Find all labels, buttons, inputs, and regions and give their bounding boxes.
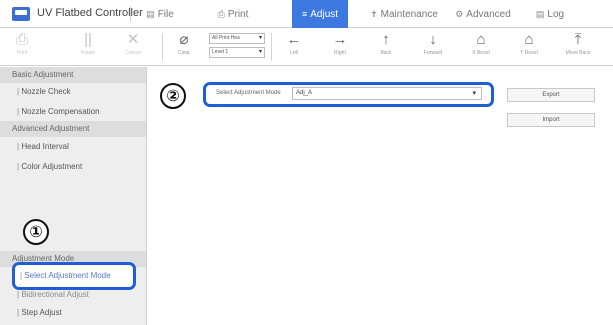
menu-tab-label: Maintenance [380, 9, 438, 20]
gear-icon: ⚙ [455, 9, 464, 19]
y-reset-button[interactable]: ⌂ Y Reset [507, 29, 551, 64]
menu-tab-label: Log [547, 9, 565, 20]
move-back-arrow-button[interactable]: ↑ Back [364, 29, 408, 64]
sidebar-item-nozzle-check[interactable]: Nozzle Check [17, 87, 70, 96]
menu-tab-print[interactable]: ⎙ Print [210, 0, 256, 28]
caret-down-icon: ▾ [258, 49, 262, 55]
sidebar-item-label: Select Adjustment Mode [20, 271, 110, 280]
back-label: Back [380, 50, 392, 56]
y-reset-label: Y Reset [520, 50, 538, 56]
clear-button[interactable]: ⌀ Clear [162, 29, 206, 64]
arrow-left-icon: ← [286, 31, 302, 48]
x-reset-label: X Reset [472, 50, 490, 56]
pause-button[interactable]: || Pause [66, 29, 110, 64]
menu-tab-label: Print [227, 9, 249, 20]
level-select[interactable]: Level 1 ▾ [209, 47, 265, 58]
caret-down-icon: ▾ [258, 35, 262, 41]
move-forward-button[interactable]: ↓ Forward [411, 29, 455, 64]
arrow-right-icon: → [332, 31, 348, 48]
log-icon: ▤ [535, 9, 545, 19]
menu-tab-maintenance[interactable]: ✝ Maintenance [368, 0, 440, 28]
move-top-icon: ⤒ [574, 31, 582, 48]
left-label: Left [289, 50, 299, 56]
sidebar-header-advanced: Advanced Adjustment [0, 121, 146, 137]
menu-bar: UV Flatbed Controller ▤ File ⎙ Print ≡ Adju… [0, 0, 613, 28]
menu-tab-file[interactable]: ▤ File [140, 0, 180, 28]
menu-tab-label: File [157, 9, 174, 20]
pause-label: Pause [80, 50, 96, 56]
menu-tab-label: Adjust [310, 9, 339, 20]
cancel-button[interactable]: ✕ Cancel [111, 29, 155, 64]
adjustment-mode-value: Adj_A [296, 90, 313, 96]
print-head-select[interactable]: All Print Hea ▾ [209, 33, 265, 44]
adjust-icon: ≡ [301, 9, 308, 19]
move-left-button[interactable]: ← Left [272, 29, 316, 64]
menu-tab-advanced[interactable]: ⚙ Advanced [454, 0, 512, 28]
right-label: Right [334, 50, 346, 56]
menu-tab-label: Advanced [466, 9, 511, 20]
app-logo-icon [12, 7, 30, 21]
import-button[interactable]: Import [507, 113, 595, 127]
menu-separator [130, 6, 131, 22]
move-back-label: Move Back [565, 50, 591, 56]
step-1-badge: ① [23, 219, 49, 245]
sidebar-item-nozzle-compensation[interactable]: Nozzle Compensation [17, 107, 99, 116]
clear-label: Clear [178, 50, 190, 56]
print-head-select-value: All Print Hea [212, 35, 240, 41]
close-icon: ✕ [126, 31, 140, 48]
maintenance-icon: ✝ [370, 9, 378, 19]
menu-tab-adjust[interactable]: ≡ Adjust [292, 0, 348, 28]
sidebar-item-color-adjustment[interactable]: Color Adjustment [17, 162, 82, 171]
x-reset-button[interactable]: ⌂ X Reset [459, 29, 503, 64]
menu-tab-log[interactable]: ▤ Log [530, 0, 570, 28]
sidebar-header-basic: Basic Adjustment [0, 67, 146, 83]
file-icon: ▤ [146, 9, 155, 19]
pause-icon: || [84, 31, 92, 48]
arrow-up-icon: ↑ [382, 31, 390, 48]
move-back-button[interactable]: ⤒ Move Back [556, 29, 600, 64]
printer-icon: ⎙ [15, 31, 28, 48]
printer-icon: ⎙ [217, 9, 225, 19]
home-icon: ⌂ [476, 31, 486, 48]
export-button[interactable]: Export [507, 88, 595, 102]
adjustment-mode-select[interactable]: Adj_A ▾ [292, 87, 482, 100]
step-2-badge: ② [160, 83, 186, 109]
move-right-button[interactable]: → Right [318, 29, 362, 64]
adjustment-mode-label: Select Adjustment Mode [216, 90, 281, 96]
level-select-value: Level 1 [212, 49, 229, 55]
cancel-label: Cancel [125, 50, 141, 56]
app-title: UV Flatbed Controller [37, 7, 143, 19]
eraser-icon: ⌀ [179, 31, 189, 48]
sidebar-item-step-adjust[interactable]: Step Adjust [17, 308, 61, 317]
sidebar-item-bidirectional-adjust[interactable]: Bidirectional Adjust [17, 290, 89, 299]
sidebar-item-select-adjustment-mode[interactable]: Select Adjustment Mode [12, 262, 136, 290]
caret-down-icon: ▾ [472, 90, 476, 97]
print-label: Print [16, 50, 28, 56]
forward-label: Forward [423, 50, 443, 56]
print-button[interactable]: ⎙ Print [0, 29, 44, 64]
arrow-down-icon: ↓ [429, 31, 437, 48]
sidebar-item-head-interval[interactable]: Head Interval [17, 142, 69, 151]
toolbar: ⎙ Print || Pause ✕ Cancel ⌀ Clear All Pr… [0, 28, 613, 66]
home-icon: ⌂ [524, 31, 534, 48]
